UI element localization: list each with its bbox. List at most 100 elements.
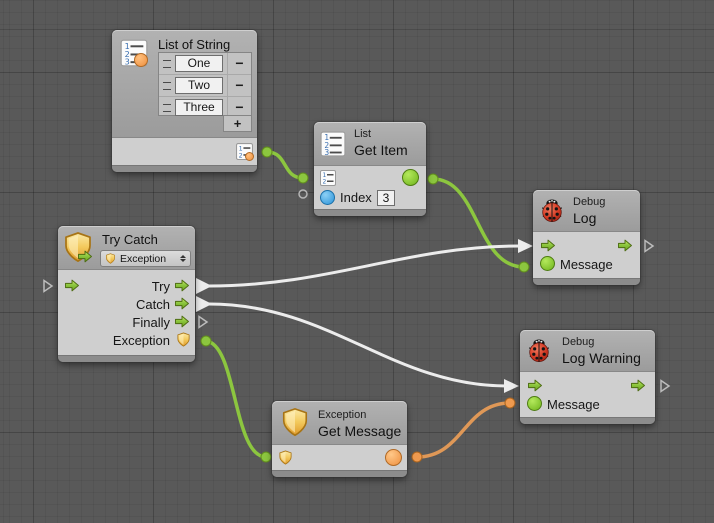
node-header[interactable]: Debug Log Warning — [520, 330, 655, 372]
try-output-port-icon[interactable] — [174, 279, 190, 292]
finally-output-port-icon[interactable] — [174, 315, 190, 328]
wire-dot[interactable] — [428, 174, 438, 184]
wire-dot[interactable] — [262, 147, 272, 157]
ladybug-icon — [539, 198, 565, 224]
add-item-button[interactable]: + — [223, 115, 252, 132]
index-input-port[interactable] — [320, 190, 335, 205]
drag-handle-icon[interactable] — [163, 82, 171, 90]
node-category: Exception — [318, 409, 366, 421]
exception-row: Exception — [58, 331, 195, 349]
wire-getmessage-to-logwarning-message[interactable] — [417, 403, 510, 457]
orange-badge-icon — [134, 53, 148, 67]
wire-catch-to-logwarning[interactable] — [209, 304, 507, 386]
wire-dot[interactable] — [201, 336, 211, 346]
exit-flow-port-icon[interactable] — [617, 239, 633, 252]
item-input-1[interactable]: Two — [175, 77, 223, 94]
node-header[interactable]: Exception Get Message — [272, 401, 407, 445]
node-footer — [533, 278, 640, 285]
finally-output-hint[interactable] — [199, 317, 207, 328]
enter-flow-port-icon[interactable] — [527, 379, 543, 392]
node-get-item[interactable]: List Get Item Index 3 — [314, 122, 426, 216]
node-header[interactable]: Debug Log — [533, 190, 640, 232]
trycatch-enter-hint[interactable] — [44, 281, 52, 292]
exception-type-dropdown[interactable]: Exception — [100, 250, 191, 267]
wire-dot[interactable] — [505, 398, 515, 408]
remove-item-button[interactable]: − — [227, 75, 251, 96]
wire-dot[interactable] — [519, 262, 529, 272]
node-title: List of String — [158, 37, 230, 52]
drag-handle-icon[interactable] — [163, 60, 171, 68]
wire-try-to-log[interactable] — [209, 246, 521, 286]
node-log-warning[interactable]: Debug Log Warning Message — [520, 330, 655, 424]
index-value-field[interactable]: 3 — [377, 190, 395, 206]
node-header[interactable]: Try Catch Exception — [58, 226, 195, 270]
logwarning-enter-arrowhead[interactable] — [504, 379, 519, 393]
message-output-port[interactable] — [385, 449, 402, 466]
item-output-port[interactable] — [402, 169, 419, 186]
node-title: Log — [573, 210, 596, 226]
finally-row: Finally — [58, 313, 195, 331]
wire-exception-to-getmessage[interactable] — [206, 341, 266, 457]
wire-getitem-to-log-message[interactable] — [433, 179, 524, 267]
try-label: Try — [152, 279, 170, 294]
index-input-hint[interactable] — [299, 190, 307, 198]
wire-dot[interactable] — [298, 173, 308, 183]
node-category: Debug — [562, 336, 594, 348]
list-item-row: Two − — [159, 74, 251, 96]
node-title: Log Warning — [562, 350, 641, 366]
enter-flow-port-icon[interactable] — [64, 279, 80, 292]
wire-list-to-getitem[interactable] — [267, 152, 303, 178]
list-input-port-icon[interactable] — [320, 170, 336, 186]
flow-arrow-icon — [77, 250, 93, 263]
catch-label: Catch — [136, 297, 170, 312]
orange-badge-icon — [245, 152, 254, 161]
exception-output-port-icon[interactable] — [176, 332, 191, 347]
message-input-port[interactable] — [527, 396, 542, 411]
catch-output-stub[interactable] — [196, 296, 212, 312]
shield-icon — [105, 253, 116, 264]
node-body: Message — [520, 372, 655, 417]
try-row: Try — [58, 277, 195, 295]
ladybug-icon — [526, 338, 552, 364]
node-body: Index 3 — [314, 166, 426, 209]
node-title: Try Catch — [102, 232, 158, 247]
node-list-of-string[interactable]: List of String One − Two − Three − — [112, 30, 257, 172]
node-footer — [520, 417, 655, 424]
catch-output-port-icon[interactable] — [174, 297, 190, 310]
shield-icon — [280, 407, 310, 437]
node-body: Message — [533, 232, 640, 278]
try-output-stub[interactable] — [196, 278, 212, 294]
logwarning-exit-hint[interactable] — [661, 381, 669, 392]
node-footer — [272, 470, 407, 477]
exception-label: Exception — [113, 333, 170, 348]
node-get-message[interactable]: Exception Get Message — [272, 401, 407, 477]
exit-flow-port-icon[interactable] — [630, 379, 646, 392]
remove-item-button[interactable]: − — [227, 53, 251, 74]
node-body — [272, 445, 407, 470]
list-items-panel: One − Two − Three − — [158, 52, 252, 116]
node-title: Get Item — [354, 142, 408, 158]
node-category: List — [354, 128, 371, 140]
enter-flow-port-icon[interactable] — [540, 239, 556, 252]
message-input-port[interactable] — [540, 256, 555, 271]
item-input-0[interactable]: One — [175, 55, 223, 72]
node-body: Try Catch Finally Exception — [58, 270, 195, 355]
node-footer — [314, 209, 426, 216]
message-label: Message — [547, 397, 600, 412]
log-enter-arrowhead[interactable] — [518, 239, 533, 253]
log-exit-hint[interactable] — [645, 241, 653, 252]
node-header[interactable]: List of String One − Two − Three − — [112, 30, 257, 138]
drag-handle-icon[interactable] — [163, 104, 171, 112]
node-header[interactable]: List Get Item — [314, 122, 426, 166]
wire-dot[interactable] — [261, 452, 271, 462]
node-try-catch[interactable]: Try Catch Exception Try Catch Finally — [58, 226, 195, 362]
node-category: Debug — [573, 196, 605, 208]
node-footer — [112, 165, 257, 172]
graph-canvas[interactable]: List of String One − Two − Three − — [0, 0, 714, 523]
node-log[interactable]: Debug Log Message — [533, 190, 640, 285]
wire-dot[interactable] — [412, 452, 422, 462]
item-input-2[interactable]: Three — [175, 99, 223, 116]
node-body — [112, 138, 257, 165]
exception-input-port-icon[interactable] — [278, 450, 293, 465]
node-footer — [58, 355, 195, 362]
